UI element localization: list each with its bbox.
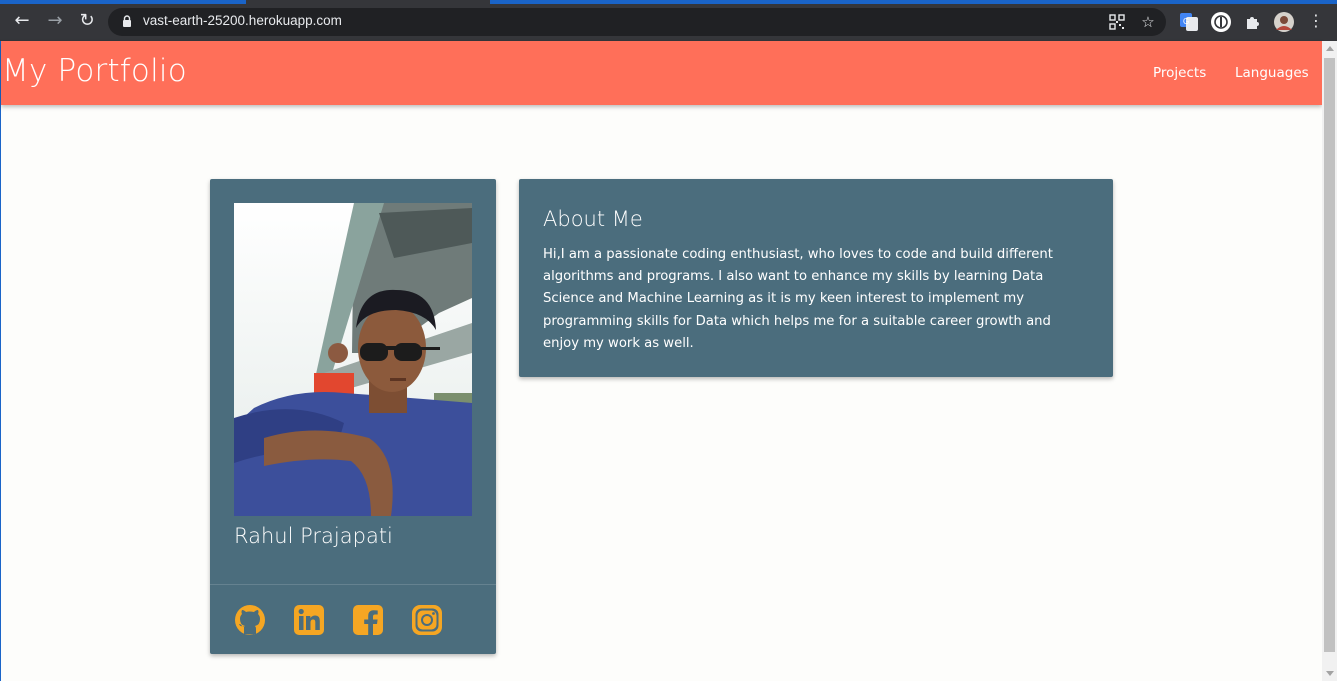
active-tab[interactable] [246,0,490,4]
qr-code-icon[interactable] [1109,14,1125,30]
card-divider [210,584,496,585]
brand-title[interactable]: My Portfolio [2,53,187,89]
extensions-puzzle-icon[interactable] [1242,11,1264,33]
github-icon[interactable] [234,604,266,636]
about-card: About Me Hi,I am a passionate coding ent… [519,179,1113,377]
scroll-up-arrow-icon[interactable] [1326,46,1334,51]
reload-icon[interactable]: ↻ [76,10,98,32]
vertical-scrollbar[interactable] [1322,41,1337,681]
url-text[interactable]: vast-earth-25200.herokuapp.com [143,13,342,28]
nav-link-languages[interactable]: Languages [1235,65,1309,81]
scrollbar-thumb[interactable] [1324,58,1335,652]
lock-icon [123,15,131,27]
svg-text:G: G [1183,17,1189,26]
bookmark-star-icon[interactable]: ☆ [1140,14,1156,30]
profile-avatar-icon[interactable] [1273,11,1295,33]
back-arrow-icon[interactable]: ← [11,10,33,32]
facebook-icon[interactable] [352,604,384,636]
site-navbar: My Portfolio Projects Languages [1,41,1322,105]
about-text: Hi,I am a passionate coding enthusiast, … [543,247,1053,351]
profile-name: Rahul Prajapati [234,524,393,548]
address-bar[interactable]: vast-earth-25200.herokuapp.com ☆ [108,8,1166,36]
google-translate-icon[interactable]: G [1178,11,1200,33]
extension-circle-icon[interactable] [1210,11,1232,33]
linkedin-icon[interactable] [293,604,325,636]
window-border [0,41,1,681]
scroll-down-arrow-icon[interactable] [1326,671,1334,676]
menu-kebab-icon[interactable]: ⋮ [1305,10,1327,32]
about-title: About Me [543,207,643,231]
profile-card: Rahul Prajapati [210,179,496,654]
profile-photo [234,203,472,516]
browser-toolbar: ← → ↻ vast-earth-25200.herokuapp.com ☆ G [0,0,1337,41]
tab-strip [0,0,1337,4]
forward-arrow-icon[interactable]: → [44,10,66,32]
nav-link-projects[interactable]: Projects [1153,65,1206,81]
instagram-icon[interactable] [411,604,443,636]
